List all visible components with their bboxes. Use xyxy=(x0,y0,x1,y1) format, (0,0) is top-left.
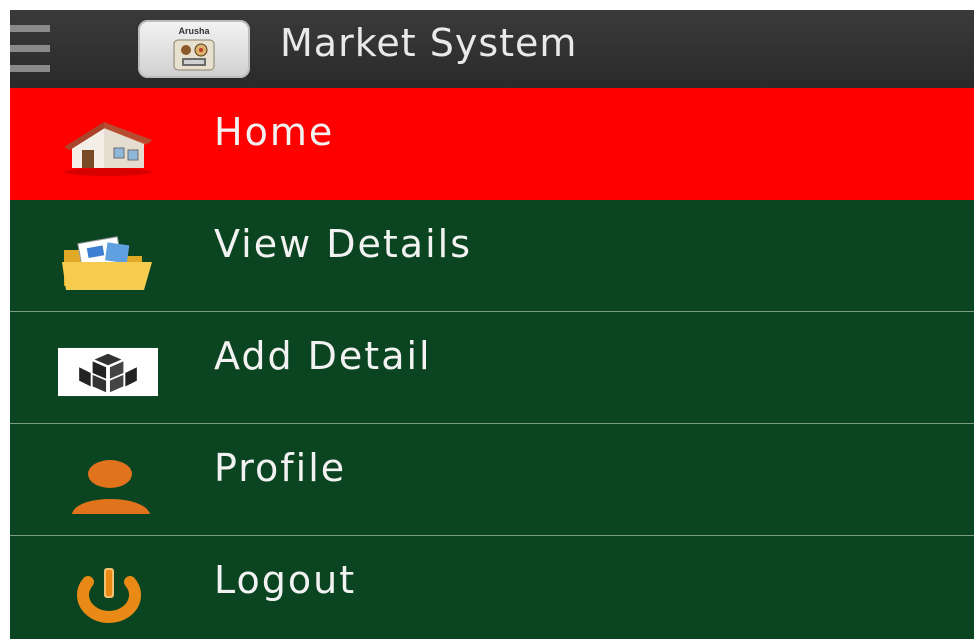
folder-icon xyxy=(62,236,152,290)
menu-item-label: Logout xyxy=(214,558,357,602)
menu-item-home[interactable]: Home xyxy=(10,88,974,200)
menu-item-add-detail[interactable]: Add Detail xyxy=(10,312,974,424)
menu-item-view-details[interactable]: View Details xyxy=(10,200,974,312)
nav-drawer: Home View Details Add Detail Profile Log… xyxy=(10,88,974,639)
app-frame: Arusha Market System Home View Details A… xyxy=(10,10,974,639)
person-icon xyxy=(72,460,150,514)
menu-icon[interactable] xyxy=(10,25,50,75)
menu-item-logout[interactable]: Logout xyxy=(10,536,974,639)
menu-item-label: Home xyxy=(214,110,335,154)
app-logo-text: Arusha xyxy=(178,26,210,36)
menu-item-profile[interactable]: Profile xyxy=(10,424,974,536)
power-icon xyxy=(77,568,141,623)
menu-item-label: View Details xyxy=(214,222,472,266)
app-title: Market System xyxy=(280,21,578,65)
app-logo: Arusha xyxy=(138,20,250,78)
market-logo-icon xyxy=(173,39,215,71)
app-bar: Arusha Market System xyxy=(10,10,974,88)
menu-item-label: Add Detail xyxy=(214,334,432,378)
house-icon xyxy=(64,122,152,176)
menu-item-label: Profile xyxy=(214,446,347,490)
boxes-icon xyxy=(58,347,158,397)
